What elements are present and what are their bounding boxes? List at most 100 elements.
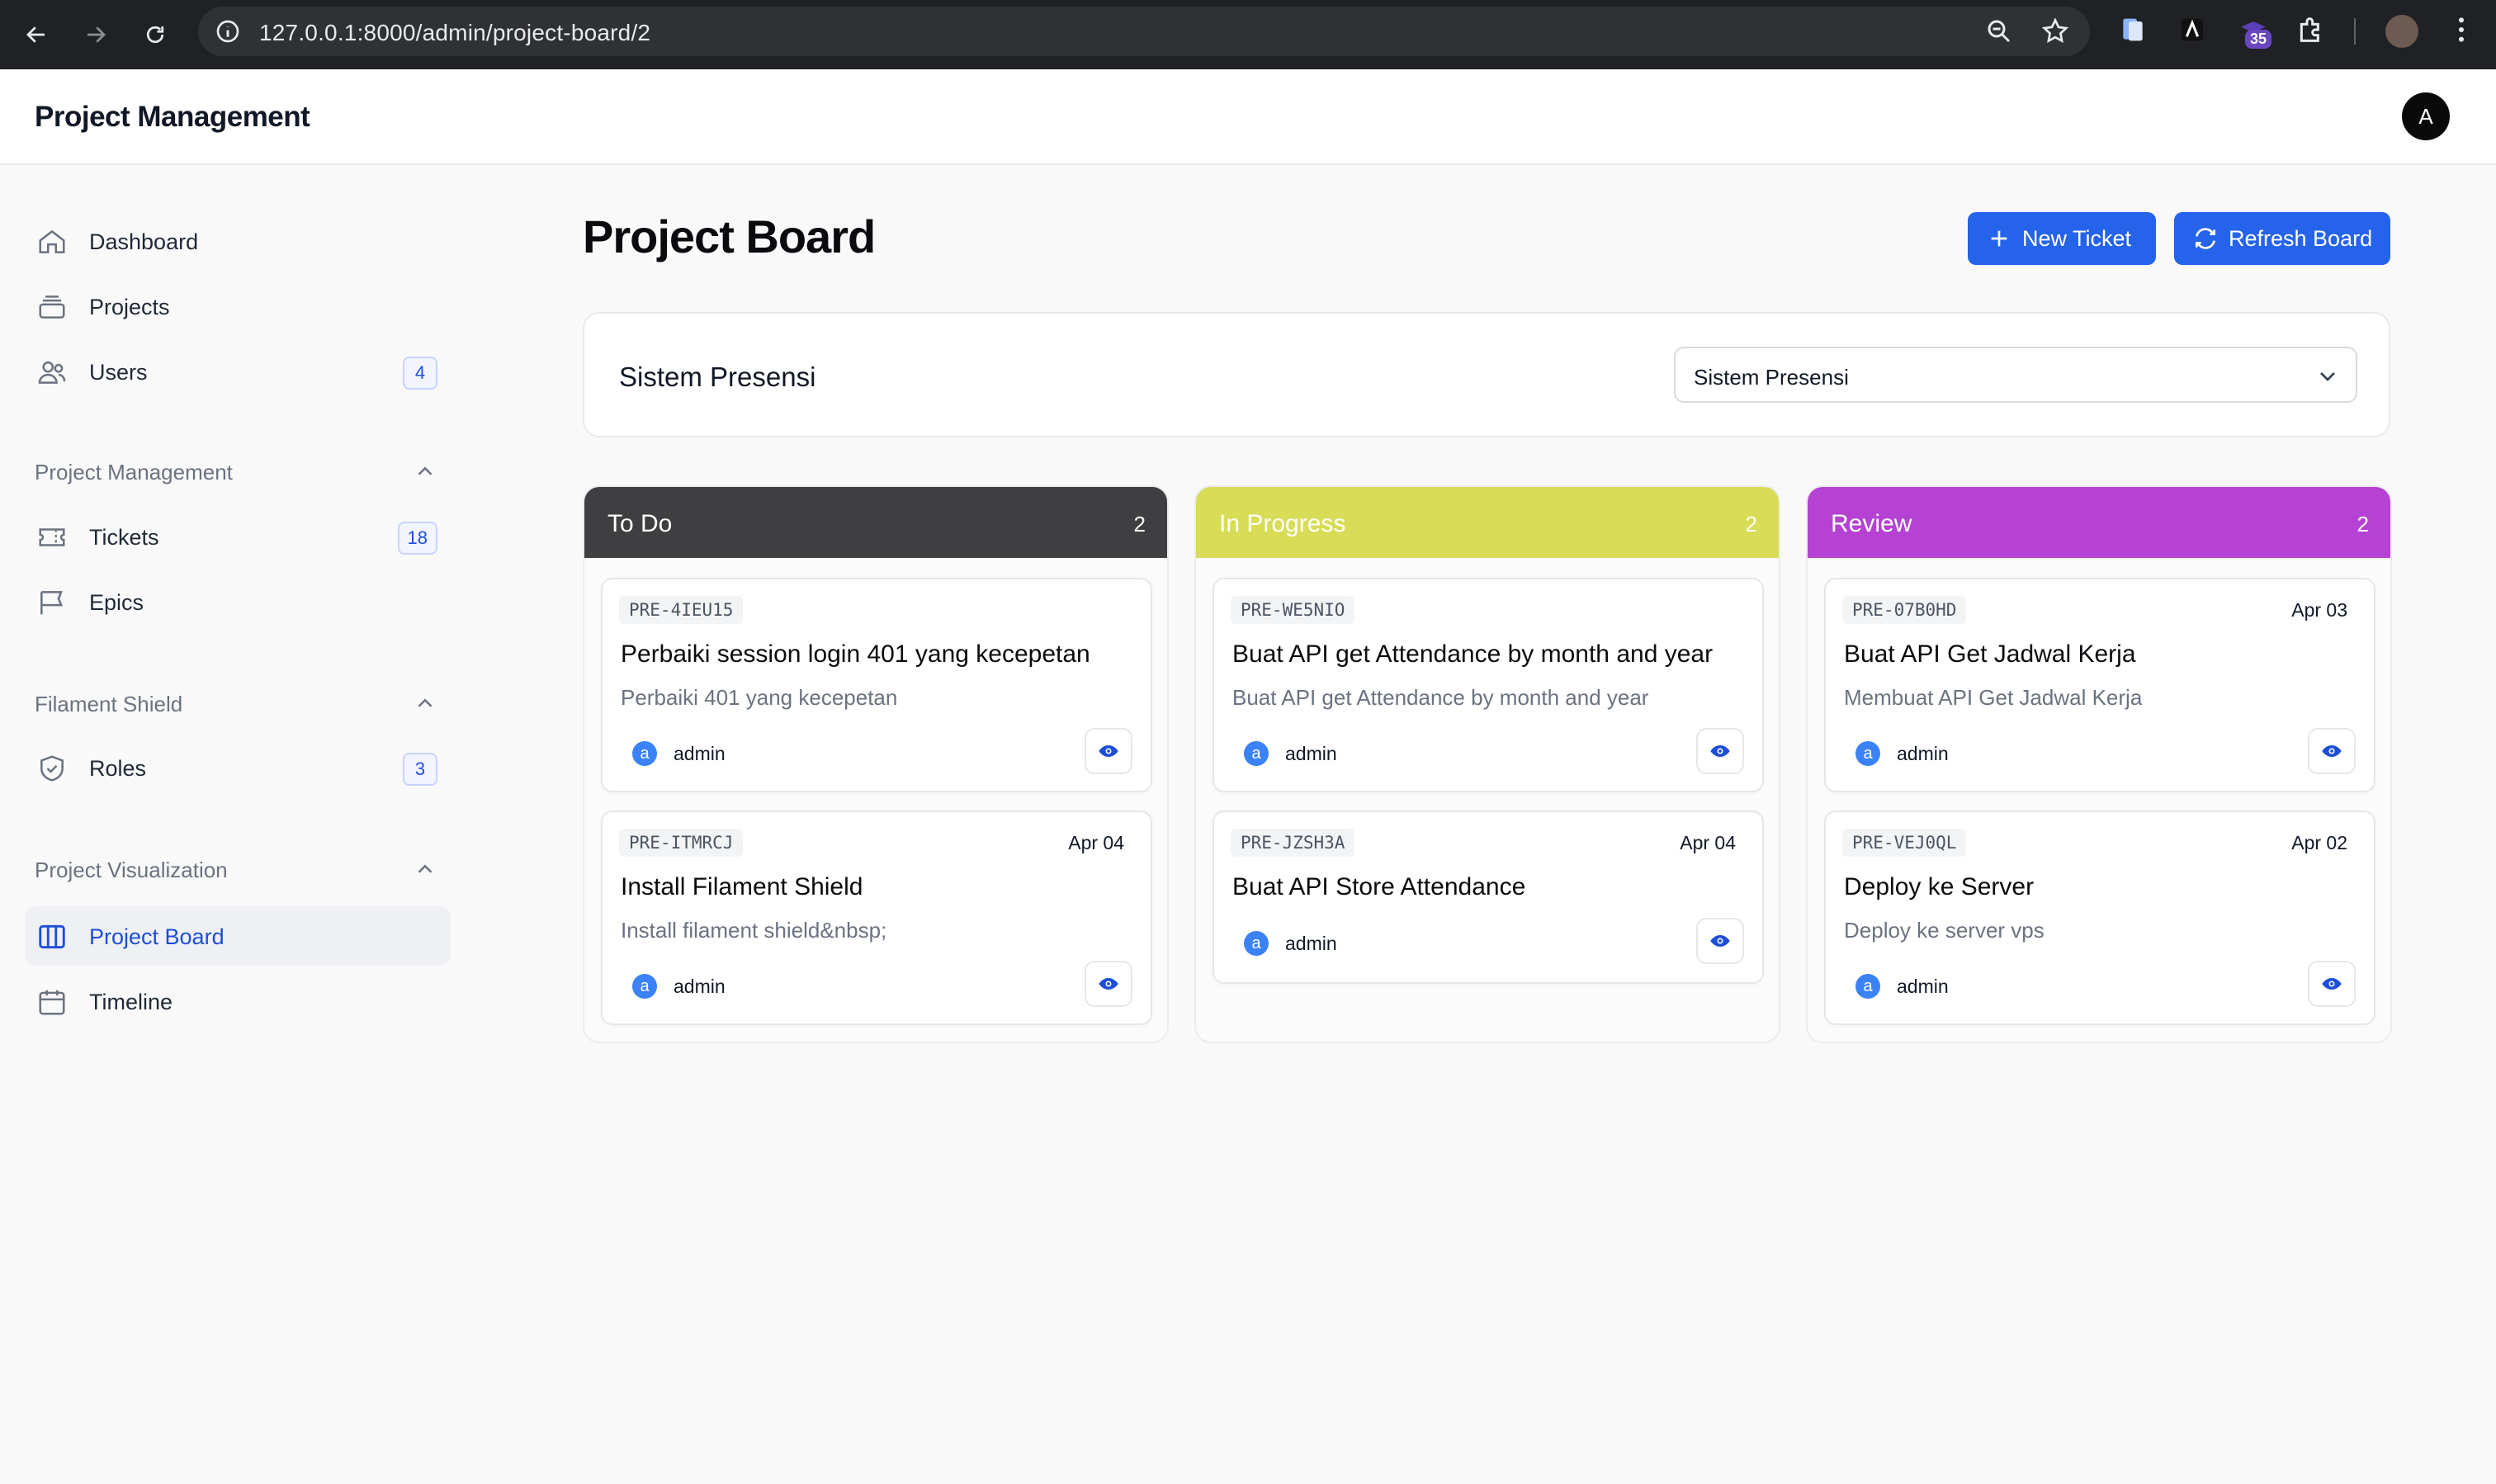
extension-doc-icon[interactable] bbox=[2116, 13, 2149, 46]
view-ticket-button[interactable] bbox=[2308, 961, 2356, 1007]
brand-title[interactable]: Project Management bbox=[35, 101, 310, 134]
sidebar-item-label: Tickets bbox=[89, 525, 159, 550]
assignee-name: admin bbox=[674, 975, 726, 997]
eye-icon bbox=[1710, 745, 1730, 757]
home-icon bbox=[39, 229, 65, 253]
forward-button[interactable] bbox=[78, 17, 114, 53]
ticket-card[interactable]: PRE-WE5NIO Buat API get Attendance by mo… bbox=[1213, 578, 1764, 792]
column-title: Review bbox=[1831, 510, 1912, 537]
assignee-name: admin bbox=[1897, 742, 1949, 764]
ticket-card[interactable]: PRE-ITMRCJ Apr 04 Install Filament Shiel… bbox=[601, 811, 1152, 1025]
eye-icon bbox=[1710, 935, 1730, 947]
url-text[interactable]: 127.0.0.1:8000/admin/project-board/2 bbox=[259, 20, 650, 46]
ticket-assignee: a admin bbox=[632, 741, 726, 766]
ticket-description: Buat API get Attendance by month and yea… bbox=[1232, 685, 1649, 710]
app-header: Project Management A bbox=[0, 69, 2496, 165]
view-ticket-button[interactable] bbox=[1696, 728, 1744, 774]
user-avatar[interactable]: A bbox=[2402, 92, 2450, 140]
plus-icon bbox=[1991, 230, 2007, 247]
sidebar-item-label: Projects bbox=[89, 295, 170, 319]
back-button[interactable] bbox=[18, 17, 54, 53]
ticket-card[interactable]: PRE-VEJ0QL Apr 02 Deploy ke Server Deplo… bbox=[1824, 811, 2375, 1025]
assignee-name: admin bbox=[1285, 742, 1337, 764]
page-title: Project Board bbox=[583, 210, 876, 262]
column-count: 2 bbox=[1133, 512, 1146, 536]
sidebar-item-label: Dashboard bbox=[89, 229, 199, 254]
address-bar[interactable]: 127.0.0.1:8000/admin/project-board/2 bbox=[198, 7, 2090, 56]
new-ticket-button[interactable]: New Ticket bbox=[1968, 212, 2156, 265]
project-selector-card: Sistem Presensi Sistem Presensi bbox=[583, 312, 2390, 437]
column-header: To Do 2 bbox=[584, 487, 1167, 558]
group-title-project-visualization[interactable]: Project Visualization bbox=[35, 858, 228, 883]
profile-avatar[interactable] bbox=[2385, 15, 2418, 48]
group-title-filament-shield[interactable]: Filament Shield bbox=[35, 692, 182, 717]
kebab-menu-icon[interactable] bbox=[2445, 13, 2478, 46]
ticket-due-date: Apr 04 bbox=[1680, 832, 1736, 853]
refresh-board-button[interactable]: Refresh Board bbox=[2174, 212, 2390, 265]
sidebar-item-roles[interactable]: Roles 3 bbox=[25, 738, 451, 797]
stack-icon bbox=[39, 295, 65, 319]
view-ticket-button[interactable] bbox=[1085, 961, 1132, 1007]
tickets-count-badge: 18 bbox=[397, 522, 437, 555]
column-header: In Progress 2 bbox=[1196, 487, 1779, 558]
ticket-assignee: a admin bbox=[632, 974, 726, 999]
chevron-up-icon[interactable] bbox=[413, 691, 437, 716]
flag-icon bbox=[40, 591, 63, 615]
ticket-description: Install filament shield&nbsp; bbox=[621, 918, 887, 943]
ticket-title: Perbaiki session login 401 yang kecepeta… bbox=[621, 640, 1090, 668]
sidebar-item-users[interactable]: Users 4 bbox=[25, 342, 451, 401]
reload-icon bbox=[146, 26, 164, 44]
site-info-icon[interactable] bbox=[215, 18, 241, 45]
assignee-name: admin bbox=[1285, 932, 1337, 954]
ticket-due-date: Apr 03 bbox=[2291, 599, 2347, 621]
ticket-card[interactable]: PRE-JZSH3A Apr 04 Buat API Store Attenda… bbox=[1213, 811, 1764, 984]
zoom-icon[interactable] bbox=[1984, 17, 2014, 46]
assignee-avatar: a bbox=[632, 741, 657, 766]
reload-button[interactable] bbox=[137, 17, 173, 53]
extension-a-icon[interactable] bbox=[2176, 13, 2209, 46]
ticket-description: Perbaiki 401 yang kecepetan bbox=[621, 685, 898, 710]
extension-badge: 35 bbox=[2245, 30, 2272, 49]
chevron-up-icon[interactable] bbox=[413, 857, 437, 881]
ticket-card[interactable]: PRE-07B0HD Apr 03 Buat API Get Jadwal Ke… bbox=[1824, 578, 2375, 792]
sidebar-item-epics[interactable]: Epics bbox=[25, 572, 451, 631]
sidebar-item-label: Roles bbox=[89, 756, 147, 781]
puzzle-icon[interactable] bbox=[2295, 13, 2328, 46]
ticket-due-date: Apr 04 bbox=[1068, 832, 1124, 853]
ticket-assignee: a admin bbox=[1244, 931, 1337, 956]
sidebar-item-label: Timeline bbox=[89, 990, 173, 1014]
ticket-code: PRE-07B0HD bbox=[1842, 596, 1967, 624]
eye-icon bbox=[1099, 978, 1118, 990]
sidebar-item-projects[interactable]: Projects bbox=[25, 276, 451, 336]
ticket-title: Buat API get Attendance by month and yea… bbox=[1232, 640, 1714, 668]
ticket-code: PRE-VEJ0QL bbox=[1842, 829, 1967, 857]
chevron-up-icon[interactable] bbox=[413, 459, 437, 484]
bookmark-star-icon[interactable] bbox=[2040, 17, 2070, 46]
arrow-left-icon bbox=[26, 26, 45, 43]
group-title-project-management[interactable]: Project Management bbox=[35, 460, 233, 485]
sidebar-item-project-board[interactable]: Project Board bbox=[25, 906, 451, 966]
ticket-title: Buat API Store Attendance bbox=[1232, 873, 1526, 900]
board-column-in-progress: In Progress 2 PRE-WE5NIO Buat API get At… bbox=[1194, 485, 1780, 1043]
sidebar-item-label: Users bbox=[89, 360, 148, 385]
ticket-code: PRE-JZSH3A bbox=[1231, 829, 1355, 857]
eye-icon bbox=[2322, 978, 2342, 990]
refresh-icon bbox=[2196, 228, 2215, 249]
ticket-card[interactable]: PRE-4IEU15 Perbaiki session login 401 ya… bbox=[601, 578, 1152, 792]
ticket-title: Install Filament Shield bbox=[621, 873, 863, 900]
view-ticket-button[interactable] bbox=[1085, 728, 1132, 774]
browser-toolbar: 127.0.0.1:8000/admin/project-board/2 35 bbox=[0, 0, 2496, 69]
ticket-icon bbox=[39, 528, 65, 546]
sidebar-item-tickets[interactable]: Tickets 18 bbox=[25, 507, 451, 566]
sidebar-item-dashboard[interactable]: Dashboard bbox=[25, 211, 451, 271]
view-ticket-button[interactable] bbox=[1696, 918, 1744, 964]
shield-check-icon bbox=[40, 755, 64, 782]
board-column-review: Review 2 PRE-07B0HD Apr 03 Buat API Get … bbox=[1806, 485, 2392, 1043]
column-title: In Progress bbox=[1219, 510, 1346, 537]
project-select[interactable]: Sistem Presensi bbox=[1674, 347, 2357, 403]
view-ticket-button[interactable] bbox=[2308, 728, 2356, 774]
ticket-due-date: Apr 02 bbox=[2291, 832, 2347, 853]
board-column-todo: To Do 2 PRE-4IEU15 Perbaiki session logi… bbox=[583, 485, 1169, 1043]
sidebar-item-timeline[interactable]: Timeline bbox=[25, 971, 451, 1031]
sidebar-item-label: Epics bbox=[89, 590, 144, 615]
